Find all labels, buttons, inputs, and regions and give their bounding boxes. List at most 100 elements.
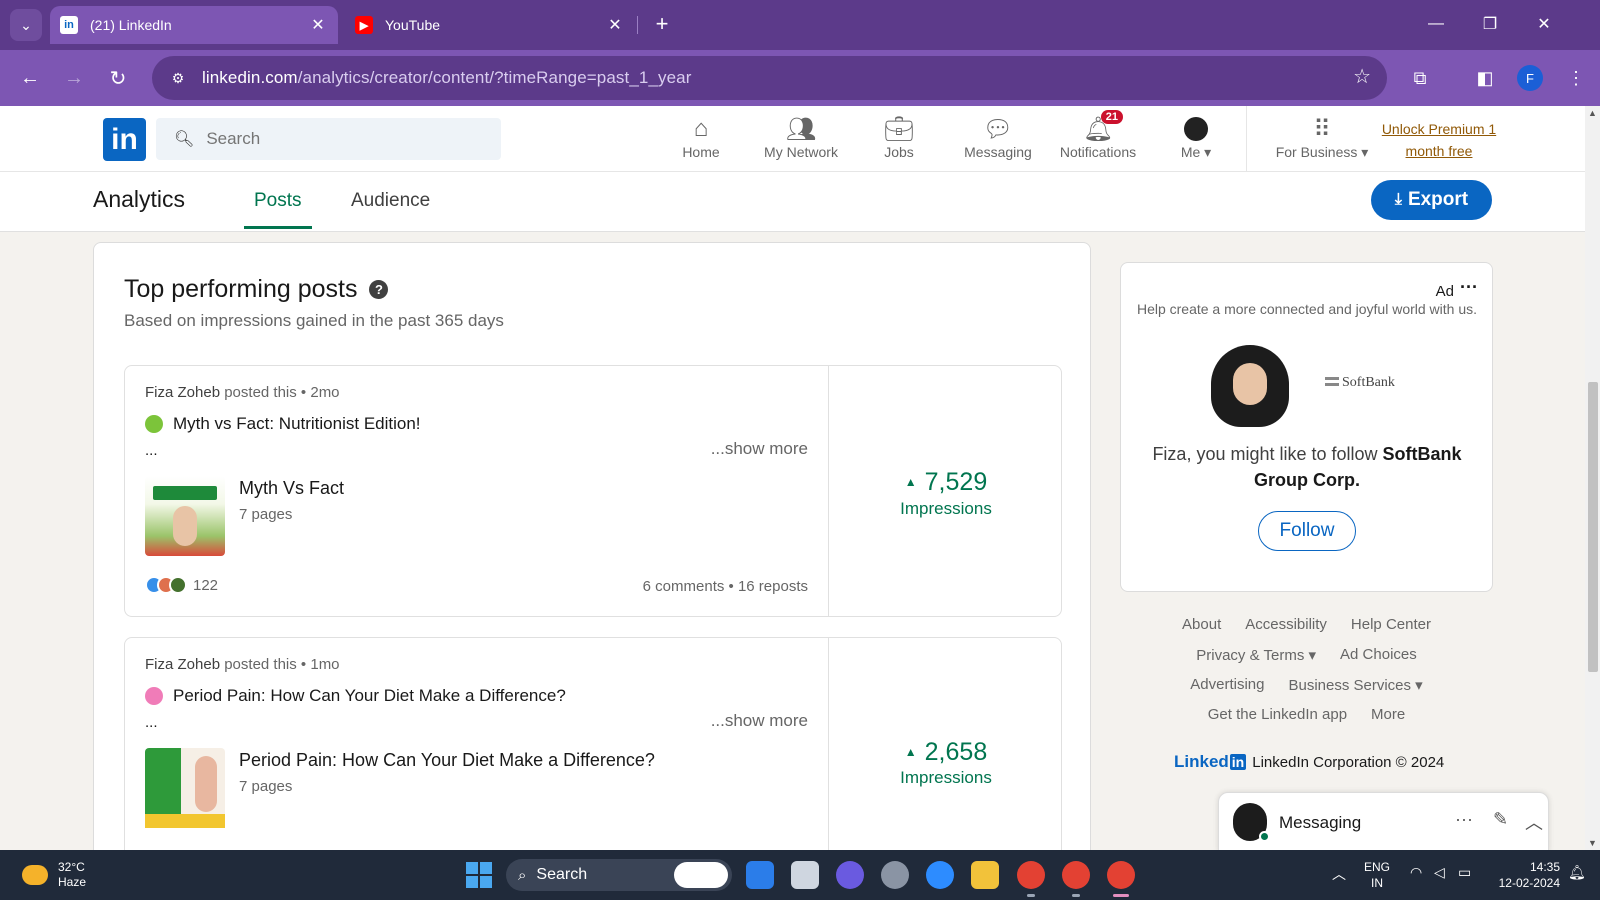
- scrollbar-thumb[interactable]: [1588, 382, 1598, 672]
- section-title: Top performing posts?: [124, 275, 389, 304]
- document-title[interactable]: Period Pain: How Can Your Diet Make a Di…: [239, 750, 655, 771]
- show-more-link[interactable]: ...show more: [711, 711, 808, 731]
- more-options-icon[interactable]: ···: [1460, 277, 1478, 298]
- linkedin-header: in 🔍︎ ⌂ Home 👥︎ My Network 💼︎ Jobs 💬︎ Me…: [0, 106, 1585, 172]
- wifi-icon[interactable]: ◠: [1410, 864, 1422, 881]
- nav-me[interactable]: Me ▾: [1151, 114, 1241, 166]
- analytics-subnav: Analytics Posts Audience ⤓ Export: [0, 172, 1585, 232]
- document-title[interactable]: Myth Vs Fact: [239, 478, 344, 499]
- author-name[interactable]: Fiza Zoheb: [145, 656, 220, 673]
- zoom-app-icon[interactable]: [926, 861, 954, 889]
- windows-taskbar: 32°C Haze ⌕ Search ︿ ENG IN ◠ ◁ ▭ 14:35 12-…: [0, 850, 1600, 900]
- scroll-up-icon[interactable]: ▲: [1588, 108, 1597, 118]
- post-content: Fiza Zoheb posted this • 1mo Period Pain…: [125, 638, 829, 861]
- footer-link-ad-choices[interactable]: Ad Choices: [1340, 646, 1417, 665]
- follow-button[interactable]: Follow: [1258, 511, 1356, 551]
- tab-posts[interactable]: Posts: [254, 190, 302, 212]
- restore-button[interactable]: ❐: [1470, 10, 1510, 38]
- extensions-icon[interactable]: ⧉: [1404, 62, 1436, 94]
- minimize-button[interactable]: —: [1416, 10, 1456, 38]
- ad-label: Ad: [1435, 283, 1454, 300]
- tab-search-button[interactable]: ⌄: [10, 9, 42, 41]
- tab-youtube[interactable]: ▶ YouTube ✕: [345, 6, 635, 44]
- company-logo[interactable]: SoftBank: [1325, 375, 1395, 391]
- scroll-down-icon[interactable]: ▼: [1588, 838, 1597, 848]
- file-explorer-icon[interactable]: [971, 861, 999, 889]
- post-stats[interactable]: 6 comments • 16 reposts: [643, 578, 808, 595]
- chrome-app-icon[interactable]: [1062, 861, 1090, 889]
- volume-icon[interactable]: ◁: [1434, 864, 1445, 881]
- nav-label: For Business ▾: [1275, 144, 1369, 160]
- nav-notifications[interactable]: 🔔︎ 21 Notifications: [1053, 110, 1143, 166]
- taskbar-search[interactable]: ⌕ Search: [506, 859, 732, 891]
- show-more-link[interactable]: ...show more: [711, 439, 808, 459]
- taskbar-search-label: Search: [536, 866, 588, 883]
- back-button[interactable]: ←: [14, 62, 46, 94]
- tab-linkedin[interactable]: in (21) LinkedIn ✕: [50, 6, 338, 44]
- search-box[interactable]: 🔍︎: [156, 118, 501, 160]
- document-thumbnail[interactable]: [145, 476, 225, 556]
- document-thumbnail[interactable]: [145, 748, 225, 828]
- nav-messaging[interactable]: 💬︎ Messaging: [953, 114, 1043, 166]
- more-options-icon[interactable]: ···: [1455, 809, 1473, 830]
- copilot-icon[interactable]: [674, 862, 728, 888]
- footer-link-accessibility[interactable]: Accessibility: [1245, 616, 1327, 635]
- chrome-app-icon[interactable]: [1107, 861, 1135, 889]
- footer-link-help-center[interactable]: Help Center: [1351, 616, 1431, 635]
- site-info-icon[interactable]: ⚙: [164, 64, 192, 92]
- author-name[interactable]: Fiza Zoheb: [145, 384, 220, 401]
- bookmark-star-icon[interactable]: ☆: [1353, 64, 1371, 89]
- linkedin-logo[interactable]: in: [103, 118, 146, 161]
- footer-link-business-services[interactable]: Business Services ▾: [1288, 676, 1422, 695]
- premium-link[interactable]: Unlock Premium 1 month free: [1374, 118, 1504, 162]
- briefcase-icon: 💼︎: [883, 115, 915, 143]
- battery-icon[interactable]: ▭: [1458, 864, 1471, 881]
- nav-home[interactable]: ⌂ Home: [656, 114, 746, 166]
- search-input[interactable]: [206, 129, 497, 149]
- task-view-icon[interactable]: [791, 861, 819, 889]
- forward-button[interactable]: →: [58, 62, 90, 94]
- footer-link-more[interactable]: More: [1371, 706, 1405, 725]
- footer-link-about[interactable]: About: [1182, 616, 1221, 635]
- grid-icon: ⠿: [1313, 115, 1331, 143]
- profile-avatar[interactable]: F: [1517, 65, 1543, 91]
- nav-for-business[interactable]: ⠿ For Business ▾: [1267, 114, 1377, 166]
- windows-start-icon[interactable]: [466, 862, 492, 888]
- reactions[interactable]: 122: [145, 576, 218, 594]
- close-icon[interactable]: ✕: [308, 15, 328, 35]
- footer-links: About Accessibility Help Center Privacy …: [1120, 616, 1493, 736]
- clock[interactable]: 14:35 12-02-2024: [1492, 859, 1560, 891]
- new-tab-button[interactable]: +: [648, 10, 676, 38]
- chat-app-icon[interactable]: [836, 861, 864, 889]
- help-icon[interactable]: ?: [369, 280, 389, 299]
- network-icon: 👥︎: [785, 115, 817, 143]
- post-card[interactable]: Fiza Zoheb posted this • 2mo Myth vs Fac…: [124, 365, 1062, 617]
- weather-icon: [22, 865, 48, 885]
- widgets-app-icon[interactable]: [746, 861, 774, 889]
- weather-widget[interactable]: 32°C Haze: [22, 860, 86, 890]
- reload-button[interactable]: ↻: [102, 62, 134, 94]
- address-bar[interactable]: ⚙ linkedin.com/analytics/creator/content…: [152, 56, 1387, 100]
- compose-icon[interactable]: ✎: [1493, 809, 1508, 830]
- chevron-up-icon[interactable]: ︿: [1525, 809, 1543, 835]
- tab-audience[interactable]: Audience: [351, 190, 430, 212]
- chevron-up-icon[interactable]: ︿: [1332, 864, 1346, 884]
- page-scrollbar[interactable]: ▲ ▼: [1585, 106, 1600, 850]
- window-close-button[interactable]: ✕: [1524, 10, 1564, 38]
- messaging-overlay[interactable]: Messaging ··· ✎ ︿: [1218, 792, 1549, 852]
- download-icon: ⤓: [1394, 191, 1402, 208]
- browser-menu-icon[interactable]: ⋮: [1560, 62, 1592, 94]
- side-panel-icon[interactable]: ◧: [1469, 62, 1501, 94]
- language-indicator[interactable]: ENG IN: [1364, 859, 1390, 891]
- post-card[interactable]: Fiza Zoheb posted this • 1mo Period Pain…: [124, 637, 1062, 861]
- notification-bell-icon[interactable]: 🔔︎: [1568, 864, 1586, 881]
- footer-link-advertising[interactable]: Advertising: [1190, 676, 1264, 695]
- footer-link-privacy-terms[interactable]: Privacy & Terms ▾: [1196, 646, 1316, 665]
- settings-app-icon[interactable]: [881, 861, 909, 889]
- nav-my-network[interactable]: 👥︎ My Network: [756, 114, 846, 166]
- chrome-app-icon[interactable]: [1017, 861, 1045, 889]
- nav-jobs[interactable]: 💼︎ Jobs: [854, 114, 944, 166]
- footer-link-get-app[interactable]: Get the LinkedIn app: [1208, 706, 1347, 725]
- export-button[interactable]: ⤓ Export: [1371, 180, 1492, 220]
- close-icon[interactable]: ✕: [605, 15, 625, 35]
